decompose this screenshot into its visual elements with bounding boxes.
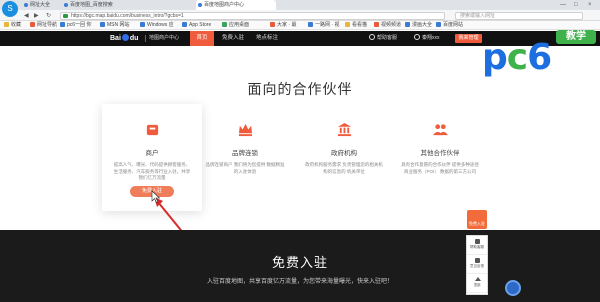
url-input[interactable]: https://bgc.map.baidu.com/business_intro…	[60, 12, 445, 20]
logo-text: Bai	[110, 35, 121, 42]
nav-poi-mark[interactable]: 地点标注	[252, 31, 282, 46]
section-title: 面向的合作伙伴	[247, 81, 353, 97]
bookmark-icon	[436, 22, 441, 27]
partner-card-brand[interactable]: 品牌连锁 品牌连锁商户 我们将为您提供 数据精准的入驻体验	[195, 104, 295, 211]
reload-icon[interactable]: ↻	[46, 11, 51, 21]
wm-p: p	[482, 37, 508, 78]
nav-home[interactable]: 首页	[190, 31, 214, 46]
tab-2-active[interactable]: 百度地图商户中心	[196, 0, 276, 10]
help-link[interactable]: 帮助客服	[369, 31, 397, 46]
tab-favicon-icon	[24, 3, 28, 7]
user-icon	[414, 34, 420, 40]
partner-card-other[interactable]: 其他合作伙伴 具有合作意愿的合作伙伴 提供多种途径商业服务（POI） 数据的第三…	[390, 104, 490, 211]
card-desc: 具有合作意愿的合作伙伴 提供多种途径商业服务（POI） 数据的第三方公司	[401, 162, 479, 174]
card-desc: 品牌连锁商户 我们将为您提供 数据精准的入驻体验	[205, 162, 285, 174]
partner-card-merchant[interactable]: 商户 提高人气、曝光、代码提供顾客服务、生活服务、汽车服务等行业入驻，共享我们亿…	[102, 104, 202, 211]
bookmark-icon	[140, 22, 145, 27]
logo-text-2: du	[129, 35, 139, 42]
bookmark-item[interactable]: 收藏	[4, 21, 21, 30]
bookmark-icon	[4, 22, 9, 27]
float-panel: 帮助客服 意见反馈 顶部	[466, 235, 488, 295]
user-link[interactable]: 秦翔xxx	[414, 31, 440, 46]
site-subtitle: 地图商户中心	[145, 35, 179, 42]
bookmark-item[interactable]: 一路网 · 视	[308, 21, 339, 30]
bookmark-item[interactable]: App Store	[182, 21, 211, 30]
card-title: 其他合作伙伴	[420, 150, 460, 157]
bookmark-icon	[270, 22, 275, 27]
minimize-icon[interactable]: —	[560, 0, 566, 10]
card-title: 政府机构	[331, 150, 357, 157]
browser-logo-icon[interactable]: S	[2, 1, 18, 17]
assistant-ball-icon[interactable]	[505, 280, 521, 296]
tab-favicon-icon	[198, 3, 202, 7]
back-icon[interactable]: ◀	[24, 11, 29, 21]
wm-c: c	[506, 37, 528, 78]
help-label: 帮助客服	[377, 35, 398, 41]
user-label: 秦翔xxx	[422, 35, 440, 41]
bookmark-item[interactable]: 看看猫	[345, 21, 367, 30]
manage-button[interactable]: 我来管理	[455, 34, 482, 43]
url-text: https://bgc.map.baidu.com/business_intro…	[71, 13, 184, 19]
crown-icon	[238, 123, 252, 137]
tab-0[interactable]: 网址大全	[22, 0, 60, 10]
bookmark-icon	[308, 22, 313, 27]
maximize-icon[interactable]: □	[574, 0, 578, 10]
edu-badge: 教学	[556, 30, 596, 44]
help-service-button[interactable]: 帮助客服	[467, 236, 487, 255]
bookmark-item[interactable]: 百度网站	[436, 21, 463, 30]
bookmark-icon	[182, 22, 187, 27]
tab-favicon-icon	[64, 3, 68, 7]
float-free-join-button[interactable]: 免费入驻	[467, 210, 487, 229]
partner-card-government[interactable]: 政府机构 政府机构服务需求 负责管理您的相关机构的信息的 机关单位	[294, 104, 394, 211]
card-desc: 政府机构服务需求 负责管理您的相关机构的信息的 机关单位	[305, 162, 383, 174]
card-title: 商户	[145, 150, 159, 157]
free-join-button[interactable]: 免费入驻	[130, 186, 174, 197]
card-desc: 提高人气、曝光、代码提供顾客服务、生活服务、汽车服务等行业入驻，共享我们亿万流量	[113, 162, 191, 180]
bookmark-icon	[405, 22, 410, 27]
card-title: 品牌连锁	[232, 150, 258, 157]
bookmark-item[interactable]: MSN 网站	[100, 21, 130, 30]
forward-icon[interactable]: ▶	[34, 11, 39, 21]
bookmark-item[interactable]: Windows 应	[140, 21, 174, 30]
back-to-top-button[interactable]: 顶部	[467, 274, 487, 293]
people-icon	[432, 124, 448, 136]
bookmark-item[interactable]: 视频频道	[374, 21, 401, 30]
lock-icon	[63, 14, 68, 18]
bookmark-item[interactable]: 应用桌面	[222, 21, 249, 30]
bookmark-item[interactable]: 网址导航	[30, 21, 57, 30]
tab-1[interactable]: 百度地图_百度搜索	[62, 0, 122, 10]
tab-label: 网址大全	[30, 2, 51, 8]
footer-title: 免费入驻	[271, 255, 328, 270]
feedback-button[interactable]: 意见反馈	[467, 255, 487, 274]
search-input[interactable]: 搜索或输入网址	[455, 12, 583, 20]
wm-six: 6	[527, 37, 552, 78]
bookmark-icon	[100, 22, 105, 27]
bookmark-icon	[222, 22, 227, 27]
bookmark-icon	[60, 22, 65, 27]
bookmark-icon	[30, 22, 35, 27]
paw-icon	[121, 34, 129, 41]
tab-label: 百度地图商户中心	[204, 2, 245, 8]
government-icon	[337, 122, 351, 137]
headset-icon	[369, 34, 375, 40]
close-icon[interactable]: ×	[588, 0, 592, 10]
bookmark-icon	[374, 22, 379, 27]
bookmark-item[interactable]: 大家 · 最	[270, 21, 296, 30]
baidu-logo[interactable]: Bai du	[110, 34, 138, 43]
bookmark-item[interactable]: pc6一回 你	[60, 21, 91, 30]
shop-icon	[146, 124, 158, 136]
pc6-watermark-logo: pc6	[482, 37, 552, 78]
nav-free-join[interactable]: 免费入驻	[218, 31, 248, 46]
tab-label: 百度地图_百度搜索	[70, 2, 113, 8]
bookmark-item[interactable]: 漫画大全	[405, 21, 432, 30]
bookmark-icon	[345, 22, 350, 27]
